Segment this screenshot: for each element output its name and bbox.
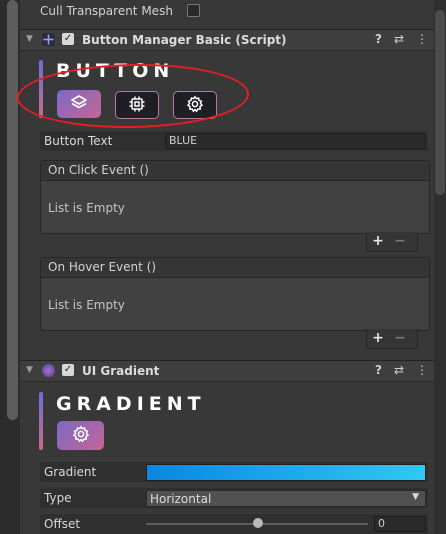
- on-hover-empty-text: List is Empty: [48, 298, 125, 312]
- inspector-scrollbar-track[interactable]: [434, 0, 446, 534]
- gradient-row: Gradient: [40, 462, 428, 482]
- presets-icon[interactable]: ⇄: [394, 363, 404, 377]
- cull-transparent-mesh-toggle[interactable]: [187, 4, 200, 17]
- gradient-label: Gradient: [44, 465, 97, 479]
- annotation-circle: [16, 61, 250, 131]
- on-click-event-title: On Click Event (): [41, 161, 429, 181]
- button-text-input[interactable]: BLUE: [165, 133, 426, 149]
- help-icon[interactable]: ?: [375, 363, 382, 377]
- inspector-scrollbar-thumb[interactable]: [435, 10, 445, 195]
- on-click-event-box: On Click Event () List is Empty: [40, 160, 430, 234]
- offset-value-input[interactable]: 0: [374, 516, 426, 532]
- offset-label: Offset: [44, 517, 81, 531]
- component-enabled-checkbox[interactable]: ✓: [62, 33, 74, 45]
- on-click-list-controls: + −: [366, 232, 418, 252]
- type-dropdown-value: Horizontal: [150, 492, 212, 506]
- button-text-row: Button Text BLUE: [40, 131, 428, 151]
- button-manager-header[interactable]: ▼ ✓ Button Manager Basic (Script) ? ⇄ ⋮: [20, 29, 434, 51]
- foldout-caret-icon[interactable]: ▼: [26, 34, 33, 44]
- gradient-component-icon: [42, 364, 55, 377]
- context-menu-icon[interactable]: ⋮: [416, 363, 428, 377]
- on-hover-add-button[interactable]: +: [367, 329, 389, 347]
- presets-icon[interactable]: ⇄: [394, 32, 404, 46]
- component-enabled-checkbox[interactable]: ✓: [62, 364, 74, 376]
- on-hover-remove-button[interactable]: −: [389, 329, 411, 347]
- left-gutter: [0, 0, 20, 534]
- gradient-settings-button[interactable]: [57, 421, 104, 450]
- cull-transparent-mesh-label: Cull Transparent Mesh: [40, 4, 173, 18]
- gear-icon: [72, 425, 90, 446]
- on-hover-event-box: On Hover Event () List is Empty: [40, 257, 430, 331]
- type-dropdown[interactable]: Horizontal ▼: [146, 490, 426, 507]
- on-hover-event-title: On Hover Event (): [41, 258, 429, 278]
- foldout-caret-icon[interactable]: ▼: [26, 365, 33, 375]
- left-scrollbar[interactable]: [7, 0, 18, 420]
- on-hover-list-controls: + −: [366, 329, 418, 349]
- type-label: Type: [44, 491, 72, 505]
- accent-bar: [39, 392, 43, 450]
- gradient-field[interactable]: [146, 464, 426, 481]
- on-click-add-button[interactable]: +: [367, 232, 389, 250]
- ui-gradient-header[interactable]: ▼ ✓ UI Gradient ? ⇄ ⋮: [20, 360, 434, 382]
- component-title: Button Manager Basic (Script): [82, 33, 287, 47]
- type-row: Type Horizontal ▼: [40, 488, 428, 508]
- script-icon: [42, 33, 55, 46]
- offset-slider-handle[interactable]: [253, 518, 263, 528]
- gradient-banner-title: GRADIENT: [56, 393, 206, 415]
- context-menu-icon[interactable]: ⋮: [416, 32, 428, 46]
- button-text-label: Button Text: [44, 134, 113, 148]
- component-title: UI Gradient: [82, 364, 160, 378]
- on-click-remove-button[interactable]: −: [389, 232, 411, 250]
- help-icon[interactable]: ?: [375, 32, 382, 46]
- offset-row: Offset 0: [40, 514, 428, 534]
- on-click-empty-text: List is Empty: [48, 201, 125, 215]
- chevron-down-icon: ▼: [412, 492, 419, 502]
